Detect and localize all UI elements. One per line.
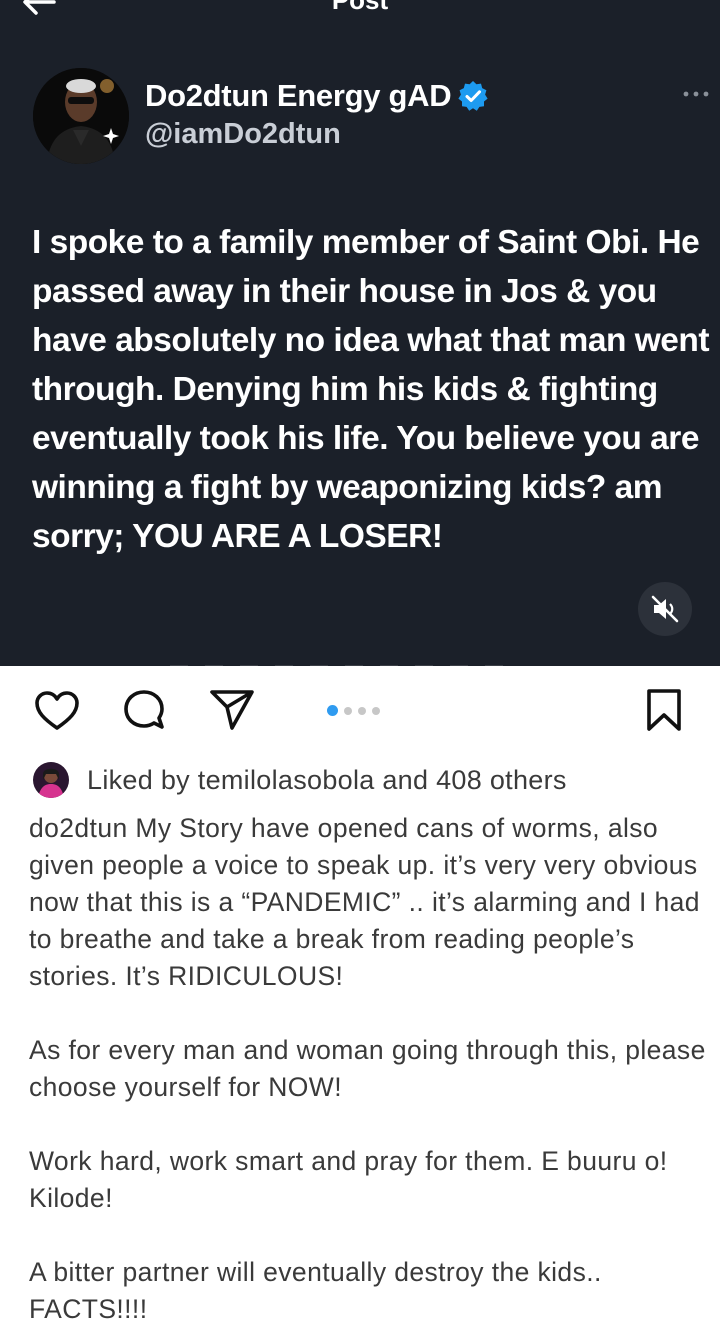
share-icon[interactable] [208, 688, 256, 732]
cut-off-text: ▬ ▬ ▬ ▬ ▬ ▬ ▬ ▬ ▬ ▬ [170, 655, 510, 666]
carousel-dot [358, 706, 366, 715]
heart-icon[interactable] [34, 690, 80, 732]
liker-avatar [33, 762, 69, 798]
carousel-dot-active [327, 705, 338, 716]
tweet-text: I spoke to a family member of Saint Obi.… [32, 224, 710, 555]
caption-paragraph: A bitter partner will eventually destroy… [29, 1257, 602, 1324]
mute-button[interactable] [638, 582, 692, 636]
carousel-dot [344, 706, 352, 715]
more-options-icon[interactable] [682, 84, 710, 104]
author-display-name[interactable]: Do2dtun Energy gAD [145, 78, 452, 114]
author-name-row: Do2dtun Energy gAD [145, 76, 489, 116]
likes-text: Liked by temilolasobola and 408 others [87, 764, 567, 795]
verified-badge-icon [458, 81, 488, 111]
post-caption: do2dtun My Story have opened cans of wor… [29, 810, 709, 1328]
comment-icon[interactable] [120, 688, 168, 736]
caption-paragraph: do2dtun My Story have opened cans of wor… [29, 813, 700, 991]
carousel-indicator [327, 705, 380, 716]
likes-row[interactable]: Liked by temilolasobola and 408 others [33, 761, 567, 799]
mute-icon [651, 595, 679, 623]
carousel-dot [372, 706, 380, 715]
author-avatar [33, 68, 129, 164]
caption-paragraph: Work hard, work smart and pray for them.… [29, 1146, 668, 1213]
author-handle[interactable]: @iamDo2dtun [145, 118, 341, 151]
page-title: Post [331, 0, 389, 15]
bookmark-icon[interactable] [644, 688, 684, 732]
post-media[interactable]: Post Do2dtun Energy gAD @iamDo2dtun I sp… [0, 0, 720, 666]
liker-avatar-image [33, 762, 69, 798]
avatar-image [33, 68, 129, 164]
caption-paragraph: As for every man and woman going through… [29, 1035, 706, 1102]
tweet-top-bar: Post [0, 0, 720, 22]
